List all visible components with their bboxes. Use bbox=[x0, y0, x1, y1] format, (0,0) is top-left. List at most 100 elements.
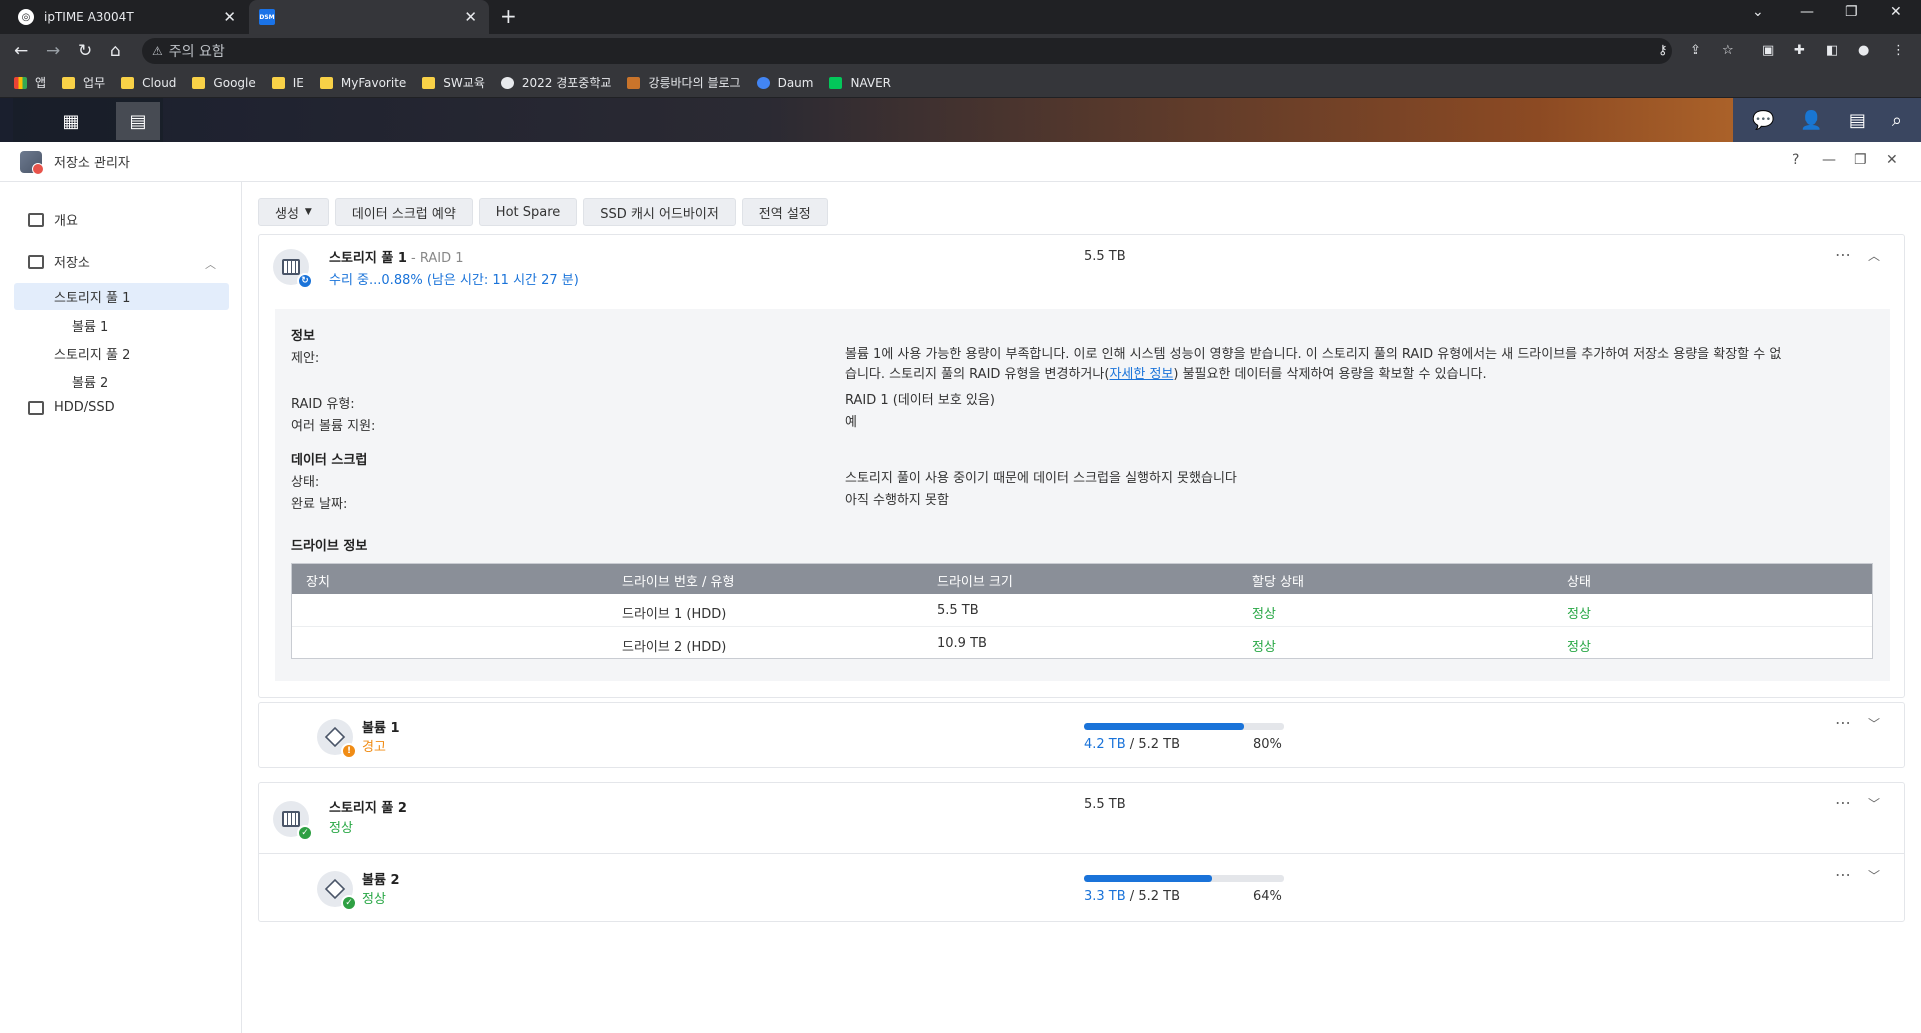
new-tab-button[interactable]: + bbox=[500, 4, 517, 28]
share-icon[interactable]: ⇪ bbox=[1690, 43, 1701, 58]
user-icon[interactable]: 👤 bbox=[1800, 110, 1822, 131]
sidebar-item-storage[interactable]: 저장소 bbox=[28, 252, 90, 271]
drive-rack-icon bbox=[282, 259, 300, 275]
volume-1-card[interactable]: ! 볼륨 1 경고 4.2 TB / 5.2 TB 80% ⋯ ﹀ bbox=[258, 702, 1905, 768]
sidebar-item-overview[interactable]: 개요 bbox=[28, 210, 78, 229]
bookmark-label: 업무 bbox=[83, 76, 106, 90]
bookmark-link[interactable]: 강릉바다의 블로그 bbox=[627, 74, 741, 91]
volume-status: 경고 bbox=[362, 740, 386, 755]
bookmark-folder[interactable]: MyFavorite bbox=[319, 76, 406, 90]
reload-icon[interactable]: ↻ bbox=[78, 41, 92, 61]
widgets-icon[interactable]: ▤ bbox=[1849, 110, 1866, 131]
sidebar-item-pool2[interactable]: 스토리지 풀 2 bbox=[54, 344, 130, 363]
bookmark-folder[interactable]: Google bbox=[192, 76, 256, 90]
puzzle-icon[interactable]: ✚ bbox=[1794, 43, 1805, 58]
create-button[interactable]: 생성 ▼ bbox=[258, 198, 329, 226]
sidebar-item-hdd[interactable]: HDD/SSD bbox=[28, 400, 115, 415]
main-menu-icon[interactable]: ▦ bbox=[49, 102, 93, 140]
column-header[interactable]: 드라이브 번호 / 유형 bbox=[622, 571, 734, 590]
more-icon[interactable]: ⋯ bbox=[1835, 245, 1852, 264]
bookmark-star-icon[interactable]: ☆ bbox=[1722, 43, 1734, 58]
more-info-link[interactable]: 자세한 정보 bbox=[1109, 367, 1173, 382]
extension-icon[interactable]: ▣ bbox=[1762, 43, 1774, 58]
address-bar[interactable]: ⚠ 주의 요함 bbox=[142, 38, 1672, 64]
home-icon[interactable]: ⌂ bbox=[110, 41, 121, 61]
notification-icon[interactable]: 💬 bbox=[1752, 110, 1774, 131]
minimize-button[interactable]: — bbox=[1822, 152, 1836, 168]
chevron-up-icon[interactable]: ︿ bbox=[205, 256, 216, 272]
volume-total: / 5.2 TB bbox=[1125, 737, 1180, 752]
restore-window-button[interactable]: ❐ bbox=[1845, 4, 1858, 20]
dsm-taskbar: ▦ ▤ 💬 👤 ▤ ⌕ bbox=[0, 98, 1921, 142]
chevron-down-icon[interactable]: ﹀ bbox=[1868, 715, 1880, 732]
bookmark-link[interactable]: 2022 경포중학교 bbox=[500, 74, 611, 91]
dsm-taskbar-right: 💬 👤 ▤ ⌕ bbox=[1733, 98, 1921, 142]
chevron-down-icon[interactable]: ﹀ bbox=[1868, 795, 1880, 812]
pool-status: 정상 bbox=[329, 821, 353, 836]
back-icon[interactable]: ← bbox=[14, 41, 28, 61]
chevron-down-icon[interactable]: ﹀ bbox=[1868, 867, 1880, 884]
close-window-button[interactable]: ✕ bbox=[1890, 4, 1902, 20]
bookmark-apps[interactable]: 앱 bbox=[14, 74, 46, 91]
sidepanel-icon[interactable]: ◧ bbox=[1826, 43, 1838, 58]
column-header[interactable]: 상태 bbox=[1567, 571, 1591, 590]
table-row[interactable]: 드라이브 2 (HDD) 10.9 TB 정상 정상 bbox=[292, 626, 1872, 658]
bookmark-label: 강릉바다의 블로그 bbox=[648, 76, 741, 90]
table-row[interactable]: 드라이브 1 (HDD) 5.5 TB 정상 정상 bbox=[292, 594, 1872, 626]
browser-tab-dsm[interactable]: DSM ✕ bbox=[249, 0, 489, 34]
sidebar-item-volume1[interactable]: 볼륨 1 bbox=[72, 316, 108, 335]
search-icon[interactable]: ⌕ bbox=[1892, 110, 1902, 131]
cube-icon bbox=[324, 726, 346, 748]
browser-tab-iptime[interactable]: ◎ ipTIME A3004T ✕ bbox=[0, 0, 248, 34]
table-header: 장치 드라이브 번호 / 유형 드라이브 크기 할당 상태 상태 bbox=[292, 564, 1872, 594]
status-cell: 정상 bbox=[1567, 640, 1591, 655]
storage-pool-icon: ↻ bbox=[273, 249, 313, 289]
drive-rack-icon bbox=[282, 811, 300, 827]
tab-close-icon[interactable]: ✕ bbox=[464, 8, 477, 26]
divider bbox=[259, 853, 1904, 854]
warning-icon[interactable]: ⚠ bbox=[152, 44, 163, 58]
drive-cell: 드라이브 2 (HDD) bbox=[622, 640, 727, 655]
bookmark-link[interactable]: Daum bbox=[756, 76, 813, 90]
scrub-date-value: 아직 수행하지 못함 bbox=[845, 493, 949, 508]
sidebar-item-volume2[interactable]: 볼륨 2 bbox=[72, 372, 108, 391]
profile-avatar[interactable]: ● bbox=[1858, 43, 1869, 58]
repairing-icon: ↻ bbox=[297, 273, 313, 289]
bookmark-folder[interactable]: Cloud bbox=[121, 76, 176, 90]
bookmark-folder[interactable]: IE bbox=[271, 76, 304, 90]
global-settings-button[interactable]: 전역 설정 bbox=[741, 198, 828, 226]
key-icon[interactable]: ⚷ bbox=[1658, 43, 1668, 58]
tab-search-icon[interactable]: ⌄ bbox=[1752, 4, 1764, 20]
bookmark-link[interactable]: NAVER bbox=[829, 76, 891, 90]
chevron-up-icon[interactable]: ︿ bbox=[1868, 247, 1880, 264]
column-header[interactable]: 장치 bbox=[306, 571, 330, 590]
menu-icon[interactable]: ⋮ bbox=[1892, 43, 1905, 58]
close-button[interactable]: ✕ bbox=[1886, 152, 1898, 168]
minimize-window-button[interactable]: — bbox=[1800, 4, 1814, 20]
ssd-cache-advisor-button[interactable]: SSD 캐시 어드바이저 bbox=[583, 198, 736, 226]
sidebar-item-pool1[interactable]: 스토리지 풀 1 bbox=[14, 283, 229, 310]
hot-spare-button[interactable]: Hot Spare bbox=[478, 198, 578, 226]
check-badge-icon: ✓ bbox=[297, 825, 313, 841]
caret-down-icon: ▼ bbox=[304, 207, 312, 217]
forward-icon[interactable]: → bbox=[46, 41, 60, 61]
scrub-state-label: 상태: bbox=[291, 475, 320, 490]
window-title: 저장소 관리자 bbox=[54, 156, 130, 171]
more-icon[interactable]: ⋯ bbox=[1835, 713, 1852, 732]
scrub-schedule-button[interactable]: 데이터 스크럽 예약 bbox=[334, 198, 473, 226]
volume-used: 4.2 TB bbox=[1084, 737, 1126, 752]
column-header[interactable]: 할당 상태 bbox=[1252, 571, 1304, 590]
globe-icon: ◎ bbox=[18, 9, 34, 25]
storage-manager-taskbar-icon[interactable]: ▤ bbox=[116, 102, 160, 140]
suggestion-label: 제안: bbox=[291, 351, 320, 366]
tab-close-icon[interactable]: ✕ bbox=[223, 8, 236, 26]
help-button[interactable]: ? bbox=[1792, 152, 1799, 168]
more-icon[interactable]: ⋯ bbox=[1835, 793, 1852, 812]
bookmark-label: SW교육 bbox=[443, 76, 485, 90]
more-icon[interactable]: ⋯ bbox=[1835, 865, 1852, 884]
bookmark-folder[interactable]: 업무 bbox=[62, 74, 105, 91]
column-header[interactable]: 드라이브 크기 bbox=[937, 571, 1013, 590]
maximize-button[interactable]: ❐ bbox=[1854, 152, 1867, 168]
pool-status: 수리 중...0.88% (남은 시간: 11 시간 27 분) bbox=[329, 273, 579, 288]
bookmark-folder[interactable]: SW교육 bbox=[422, 74, 485, 91]
